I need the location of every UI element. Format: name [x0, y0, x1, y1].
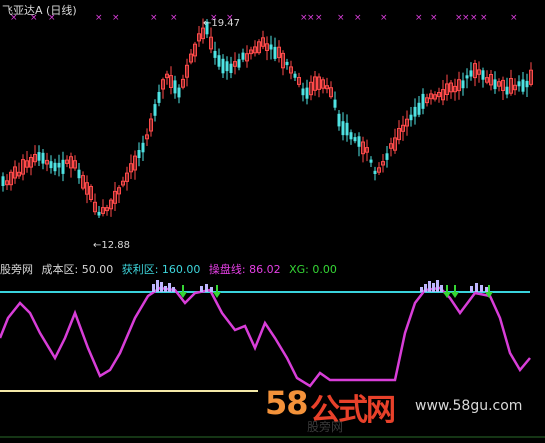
candle-body [225, 61, 229, 72]
candle-body [333, 99, 337, 108]
candle-body [413, 106, 417, 117]
indicator-bar [152, 284, 155, 292]
candle-body [221, 58, 225, 74]
watermark-url: www.58gu.com [415, 398, 523, 414]
candle-body [349, 132, 353, 140]
signal-marker: × [480, 13, 488, 23]
candle-body [173, 80, 177, 94]
candle-body [273, 46, 277, 59]
candle-body [241, 52, 245, 60]
candle-body [1, 176, 5, 186]
candle-body [285, 61, 289, 66]
signal-marker: × [95, 13, 103, 23]
indicator-bar [440, 285, 443, 292]
indicator-bar [432, 283, 435, 292]
candle-body [153, 104, 157, 116]
indicator-bar [475, 283, 478, 292]
indicator-bar [205, 284, 208, 292]
candle-body [229, 63, 233, 73]
watermark-number: 58 [265, 384, 309, 422]
indicator-bar [436, 280, 439, 292]
indicator-bar [420, 287, 423, 292]
indicator-bar [480, 285, 483, 292]
watermark-faint-text: 股旁网 [307, 420, 344, 434]
indicator-bar [172, 287, 175, 292]
candle-body [217, 55, 221, 67]
candle-body [505, 86, 509, 95]
candlestick-chart[interactable]: × × × × × × × × × × × × × × × × × × × × × × [0, 0, 545, 255]
candle-body [341, 121, 345, 136]
candle-body [157, 92, 161, 103]
candle-body [293, 73, 297, 78]
candle-body [177, 87, 181, 98]
candle-body [345, 122, 349, 136]
signal-marker: × [112, 13, 120, 23]
candle-body [469, 70, 473, 77]
indicator-bar [424, 284, 427, 292]
indicator-bar [210, 287, 213, 292]
indicator-bar [164, 286, 167, 292]
chart-title: 飞亚达A (日线) [2, 4, 77, 17]
signal-marker: × [307, 13, 315, 23]
candle-body [481, 70, 485, 80]
candle-body [97, 211, 101, 216]
indicator-bar [156, 280, 159, 292]
buy-signal-arrowhead [451, 292, 459, 298]
candle-body [493, 79, 497, 90]
candle-body [357, 136, 361, 147]
candle-body [465, 75, 469, 79]
candle-body [337, 113, 341, 127]
low-price-value: 12.88 [101, 240, 131, 251]
signal-marker: × [470, 13, 478, 23]
watermark: 58 公式网 www.58gu.com 股旁网 [265, 384, 545, 442]
signal-marker: × [510, 13, 518, 23]
candle-body [525, 80, 529, 88]
high-price-label: ←19.47 [203, 18, 241, 29]
operation-line [0, 286, 531, 388]
candle-body [301, 88, 305, 96]
indicator-bar [485, 287, 488, 292]
high-price-value: 19.47 [211, 18, 241, 29]
indicator-bar [168, 283, 171, 292]
indicator-bar [470, 286, 473, 292]
signal-marker: × [430, 13, 438, 23]
candle-body [41, 152, 45, 164]
candle-body [37, 152, 41, 161]
candle-body [237, 59, 241, 68]
signal-marker: × [462, 13, 470, 23]
candle-body [77, 169, 81, 179]
candle-body [269, 44, 273, 50]
signal-marker: × [354, 13, 362, 23]
signal-marker: × [337, 13, 345, 23]
candle-body [421, 93, 425, 109]
candle-body [213, 51, 217, 58]
stock-chart-window: × × × × × × × × × × × × × × × × × × × × × × 飞亚达A (日线) ←19.47 … [0, 0, 545, 443]
signal-marker: × [150, 13, 158, 23]
indicator-bar [160, 282, 163, 292]
candle-body [521, 79, 525, 92]
candle-body [409, 114, 413, 121]
candle-body [369, 159, 373, 163]
signal-marker: × [170, 13, 178, 23]
candle-body [517, 81, 521, 87]
indicator-bar [200, 286, 203, 292]
signal-marker: × [380, 13, 388, 23]
low-price-label: ←12.88 [93, 240, 131, 251]
candle-body [385, 153, 389, 160]
candle-body [53, 162, 57, 172]
candle-body [49, 161, 53, 169]
indicator-bar [428, 281, 431, 292]
candle-body [57, 162, 61, 168]
candle-body [137, 150, 141, 158]
candle-body [353, 137, 357, 142]
candle-body [305, 87, 309, 99]
candle-body [461, 80, 465, 89]
candle-body [141, 142, 145, 153]
signal-marker: × [315, 13, 323, 23]
candle-body [417, 102, 421, 115]
signal-marker: × [415, 13, 423, 23]
candle-body [61, 159, 65, 174]
candle-body [373, 170, 377, 174]
